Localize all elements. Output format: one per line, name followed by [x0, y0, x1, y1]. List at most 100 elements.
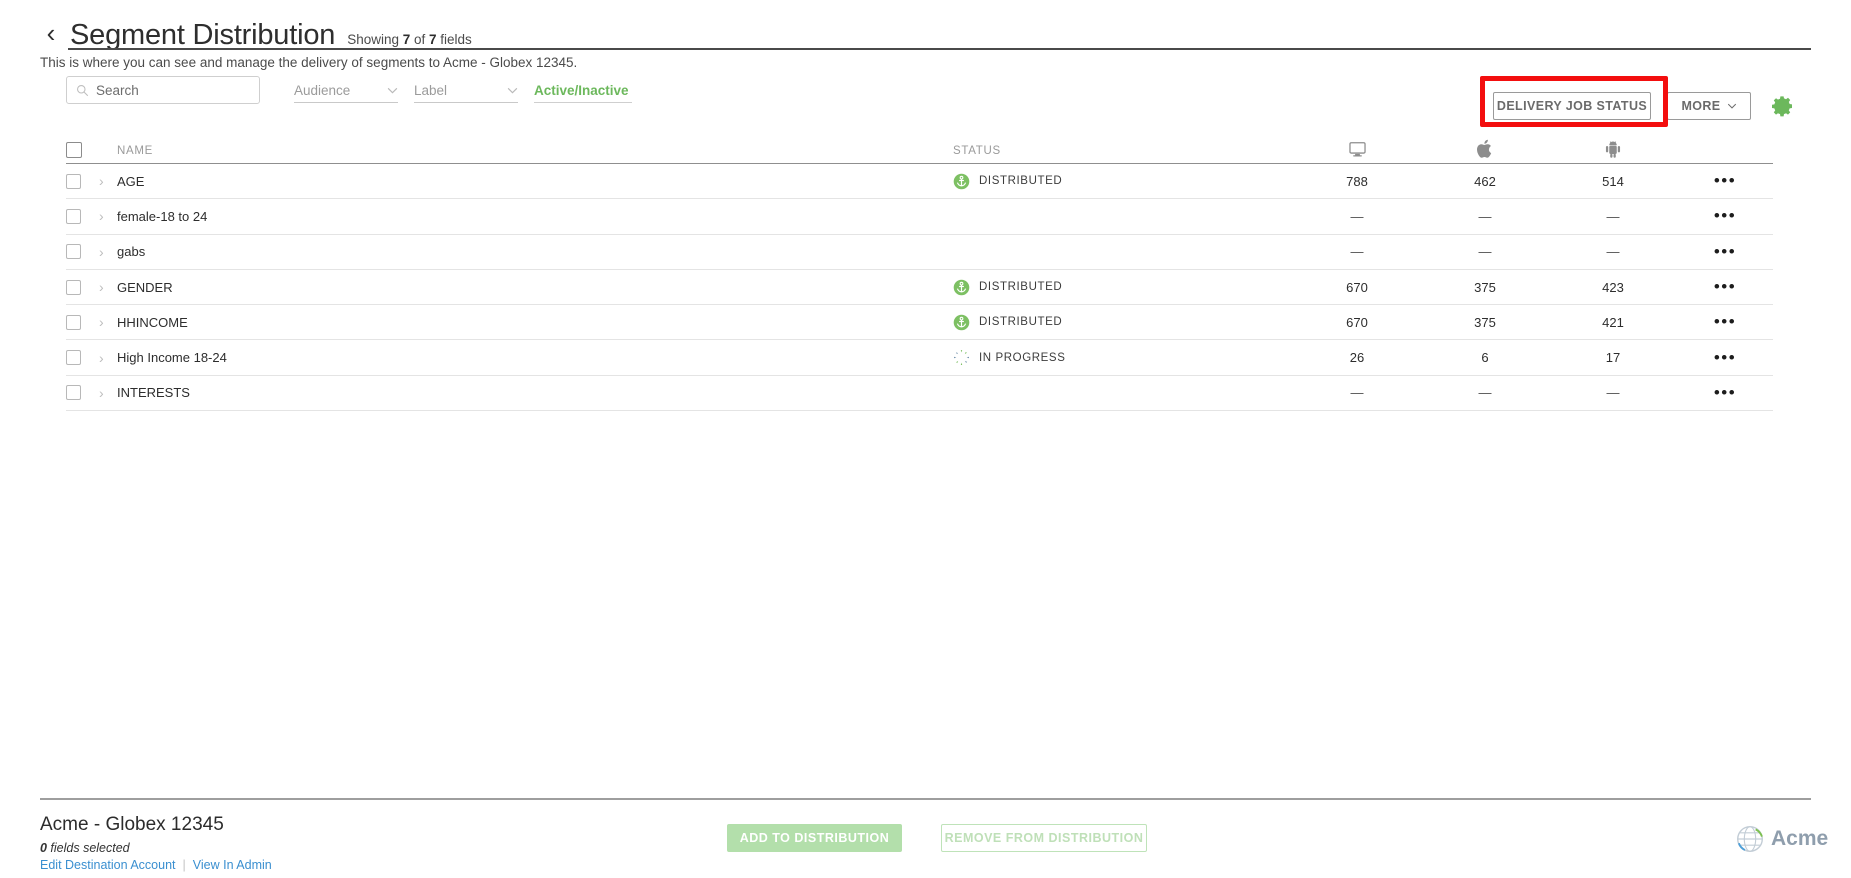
more-button[interactable]: MORE [1667, 92, 1751, 120]
row-status-label: IN PROGRESS [979, 351, 1066, 364]
anchor-distributed-icon [953, 314, 970, 331]
filter-audience-label: Audience [294, 83, 351, 98]
ellipsis-icon[interactable]: ••• [1714, 171, 1736, 190]
anchor-distributed-icon [953, 173, 970, 189]
row-name: INTERESTS [117, 385, 190, 401]
ellipsis-icon[interactable]: ••• [1714, 206, 1736, 225]
row-status-label: DISTRIBUTED [979, 281, 1063, 294]
filter-active-inactive[interactable]: Active/Inactive [534, 79, 632, 103]
footer-links: Edit Destination Account | View In Admin [40, 858, 272, 872]
ellipsis-icon[interactable]: ••• [1714, 348, 1736, 367]
row-apple-count: — [1478, 385, 1492, 401]
search-box[interactable] [66, 76, 260, 104]
filter-active-inactive-label: Active/Inactive [534, 83, 629, 98]
row-checkbox[interactable] [66, 385, 81, 401]
title-row: ‹ Segment Distribution Showing 7 of 7 fi… [40, 0, 1811, 52]
row-expand-chevron-icon[interactable]: › [99, 385, 117, 401]
table-row[interactable]: › HHINCOME DISTRIBUTED 670 375 421 ••• [66, 305, 1773, 341]
row-android-count: — [1606, 244, 1620, 260]
row-select-cell [66, 208, 99, 224]
table-row[interactable]: › GENDER DISTRIBUTED 670 375 423 ••• [66, 270, 1773, 306]
row-name: High Income 18-24 [117, 350, 227, 366]
row-desktop-count: 26 [1349, 350, 1365, 366]
segment-distribution-page: ‹ Segment Distribution Showing 7 of 7 fi… [0, 0, 1851, 878]
row-apple-count: — [1478, 244, 1492, 260]
page-header: ‹ Segment Distribution Showing 7 of 7 fi… [0, 0, 1851, 70]
row-status-cell: DISTRIBUTED [953, 279, 1293, 296]
delivery-job-status-button[interactable]: DELIVERY JOB STATUS [1493, 92, 1651, 120]
ellipsis-icon[interactable]: ••• [1714, 277, 1736, 296]
row-apple-count: 375 [1474, 314, 1496, 330]
row-actions-cell: ••• [1677, 312, 1773, 332]
row-expand-chevron-icon[interactable]: › [99, 314, 117, 330]
gear-icon[interactable] [1771, 94, 1795, 118]
filter-label[interactable]: Label [414, 79, 518, 103]
selected-count-label: fields selected [46, 841, 130, 855]
remove-from-distribution-button[interactable]: REMOVE FROM DISTRIBUTION [941, 824, 1147, 852]
row-apple-count: 6 [1481, 350, 1489, 366]
row-checkbox[interactable] [66, 279, 81, 295]
row-desktop-count: 670 [1346, 314, 1368, 330]
row-status-label: DISTRIBUTED [979, 175, 1063, 188]
desktop-icon [1348, 142, 1366, 157]
row-apple-count: 375 [1474, 279, 1496, 295]
table-row[interactable]: › High Income 18-24 IN PROGRESS 26 6 17 ••• [66, 340, 1773, 376]
column-header-android [1549, 140, 1677, 163]
ellipsis-icon[interactable]: ••• [1714, 383, 1736, 402]
add-to-distribution-button[interactable]: ADD TO DISTRIBUTION [727, 824, 902, 852]
row-expand-chevron-icon[interactable]: › [99, 173, 117, 189]
table-row[interactable]: › INTERESTS — — — ••• [66, 376, 1773, 412]
row-select-cell [66, 244, 99, 260]
row-expand-chevron-icon[interactable]: › [99, 279, 117, 295]
table-header-row: NAME STATUS [66, 128, 1773, 164]
row-select-cell [66, 350, 99, 366]
more-button-label: MORE [1681, 99, 1721, 113]
edit-destination-account-link[interactable]: Edit Destination Account [40, 858, 176, 872]
android-icon [1605, 141, 1621, 158]
row-checkbox[interactable] [66, 350, 81, 366]
table-row[interactable]: › female-18 to 24 — — — ••• [66, 199, 1773, 235]
row-desktop-count: — [1350, 244, 1364, 260]
row-expand-chevron-icon[interactable]: › [99, 244, 117, 260]
chevron-left-icon[interactable]: ‹ [40, 16, 62, 50]
row-expand-chevron-icon[interactable]: › [99, 208, 117, 224]
chevron-down-icon [507, 87, 518, 94]
row-actions-cell: ••• [1677, 242, 1773, 262]
table-row[interactable]: › gabs — — — ••• [66, 235, 1773, 270]
segments-table: NAME STATUS › AGE DISTRIBUTED 788 462 51… [66, 128, 1773, 412]
search-input[interactable] [96, 82, 246, 98]
row-actions-cell: ••• [1677, 277, 1773, 297]
row-android-count: 17 [1605, 350, 1621, 366]
select-all-cell [66, 142, 99, 163]
apple-icon [1476, 139, 1491, 158]
row-checkbox[interactable] [66, 173, 81, 189]
table-row[interactable]: › AGE DISTRIBUTED 788 462 514 ••• [66, 164, 1773, 200]
row-checkbox[interactable] [66, 208, 81, 224]
row-status-cell: IN PROGRESS [953, 349, 1293, 366]
row-name: GENDER [117, 279, 173, 295]
row-status-cell: DISTRIBUTED [953, 173, 1293, 190]
showing-prefix: Showing [347, 32, 403, 47]
row-checkbox[interactable] [66, 314, 81, 330]
view-in-admin-link[interactable]: View In Admin [193, 858, 272, 872]
row-android-count: — [1606, 208, 1620, 224]
row-name: AGE [117, 173, 145, 189]
showing-suffix: fields [436, 32, 472, 47]
row-select-cell [66, 385, 99, 401]
row-actions-cell: ••• [1677, 171, 1773, 191]
row-expand-chevron-icon[interactable]: › [99, 350, 117, 366]
footer-bar: Acme - Globex 12345 0 fields selected Ed… [0, 800, 1851, 878]
row-actions-cell: ••• [1677, 206, 1773, 226]
search-icon [77, 84, 89, 96]
row-checkbox[interactable] [66, 244, 81, 260]
filter-audience[interactable]: Audience [294, 79, 398, 103]
ellipsis-icon[interactable]: ••• [1714, 312, 1736, 331]
brand-logo: Acme [1733, 822, 1828, 856]
ellipsis-icon[interactable]: ••• [1714, 242, 1736, 261]
footer-selected-count: 0 fields selected [40, 841, 130, 855]
row-status-cell: DISTRIBUTED [953, 314, 1293, 331]
select-all-checkbox[interactable] [66, 142, 82, 158]
filter-label-label: Label [414, 83, 448, 98]
row-actions-cell: ••• [1677, 348, 1773, 368]
column-header-status: STATUS [953, 145, 1001, 157]
